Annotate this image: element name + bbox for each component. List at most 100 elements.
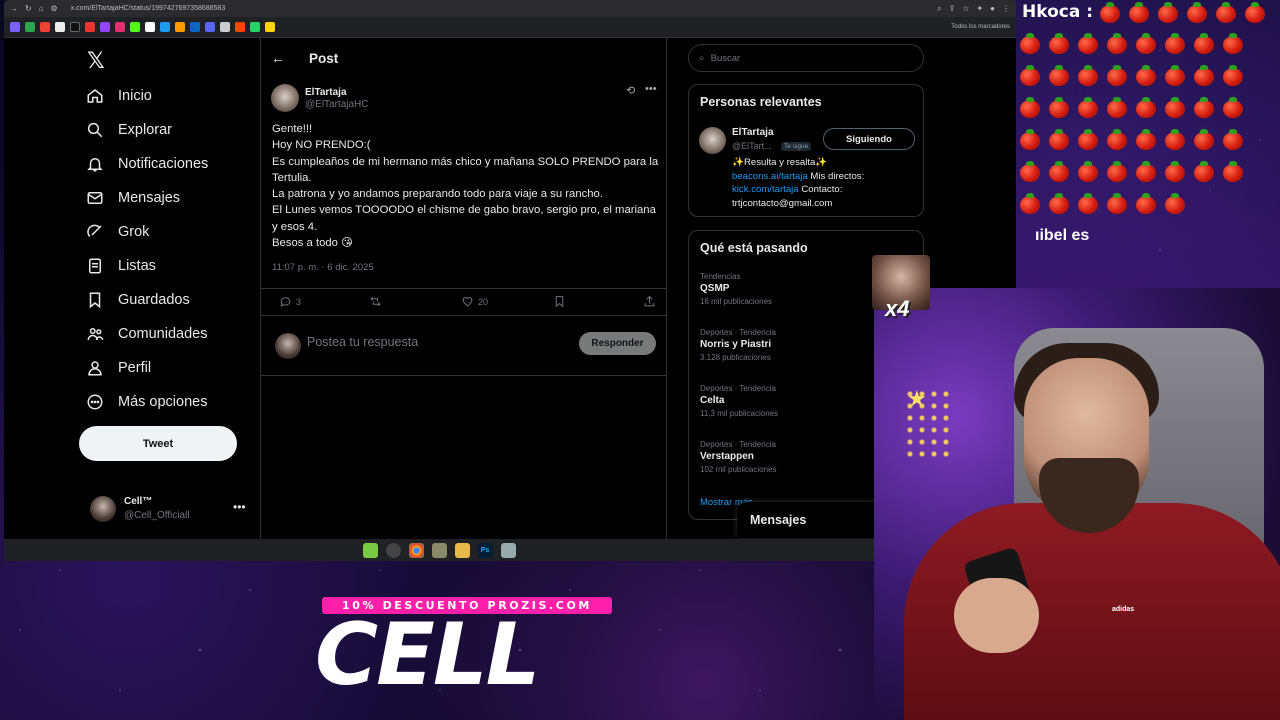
post-timestamp[interactable]: 11:07 p. m. · 6 dic. 2025 — [272, 262, 374, 273]
zoom-icon[interactable]: ⌕ — [937, 4, 941, 14]
trend-item[interactable]: Deportes · Tendencia Verstappen 102 mil … — [700, 439, 777, 476]
more-horizontal-icon[interactable]: ••• — [645, 83, 657, 95]
reply-action[interactable]: 3 — [279, 295, 301, 308]
tomato-emote — [1107, 97, 1127, 118]
bookmark-action[interactable] — [553, 295, 566, 308]
bio-link[interactable]: beacons.ai/tartaja — [732, 171, 808, 182]
nav-item-label: Explorar — [118, 122, 172, 138]
tomato-emote — [1165, 129, 1185, 150]
nav-item-perfil[interactable]: Perfil — [86, 353, 151, 383]
more-horizontal-icon[interactable]: ••• — [233, 500, 246, 514]
tomato-emote — [1165, 65, 1185, 86]
post-author[interactable]: ElTartaja @ElTartajaHC — [271, 84, 369, 112]
relevant-user-name[interactable]: ElTartaja — [732, 127, 774, 138]
trend-item[interactable]: Deportes · Tendencia Norris y Piastri 3.… — [700, 327, 776, 364]
bookmark-icon[interactable] — [70, 22, 80, 32]
search-input[interactable] — [710, 52, 901, 64]
share-action[interactable] — [643, 295, 656, 308]
nav-item-listas[interactable]: Listas — [86, 251, 156, 281]
grok-icon[interactable]: ⟲ — [626, 84, 635, 97]
app-icon[interactable] — [362, 542, 378, 558]
bookmark-icon[interactable] — [25, 22, 35, 32]
bookmark-icon[interactable] — [115, 22, 125, 32]
search-icon: ⌕ — [699, 52, 705, 64]
bookmark-icon[interactable] — [265, 22, 275, 32]
tomato-emote — [1194, 161, 1214, 182]
all-bookmarks[interactable]: Todos los marcadores — [951, 24, 1010, 30]
share-icon[interactable]: ⇪ — [949, 4, 956, 13]
trend-item[interactable]: Deportes · Tendencia Celta 11,3 mil publ… — [700, 383, 778, 420]
taskbar: Ps — [4, 539, 874, 561]
trend-category: Deportes · Tendencia — [700, 440, 776, 449]
bookmark-icon[interactable] — [145, 22, 155, 32]
trend-item[interactable]: Tendencias QSMP 16 mil publicaciones — [700, 271, 772, 308]
author-name[interactable]: ElTartaja — [305, 86, 369, 99]
bookmark-icon[interactable] — [100, 22, 110, 32]
like-action[interactable]: 20 — [461, 295, 488, 308]
bookmark-icon[interactable] — [160, 22, 170, 32]
back-arrow-icon[interactable]: ← — [271, 50, 285, 66]
menu-icon[interactable]: ⋮ — [1002, 4, 1010, 13]
nav-item-grok[interactable]: Grok — [86, 217, 149, 247]
following-button[interactable]: Siguiendo — [823, 128, 915, 150]
search-box[interactable]: ⌕ — [688, 44, 924, 72]
nav-item-inicio[interactable]: Inicio — [86, 81, 152, 111]
nav-item-label: Grok — [118, 224, 150, 240]
tomato-emote — [1165, 161, 1185, 182]
bookmark-icon[interactable] — [175, 22, 185, 32]
forward-icon[interactable]: → — [10, 4, 18, 13]
browser-topbar: → ↻ ⌂ ⚙ x.com/ElTartajaHC/status/1997427… — [4, 0, 1016, 17]
messages-drawer[interactable]: Mensajes — [737, 502, 877, 538]
nav-item-guardados[interactable]: Guardados — [86, 285, 190, 315]
home-browser-icon[interactable]: ⌂ — [39, 4, 44, 13]
nav-item-notificaciones[interactable]: Notificaciones — [86, 149, 208, 179]
reply-input[interactable]: Postea tu respuesta — [307, 335, 418, 349]
address-bar[interactable]: x.com/ElTartajaHC/status/199742769735868… — [71, 5, 226, 12]
bookmark-icon[interactable] — [190, 22, 200, 32]
reload-icon[interactable]: ↻ — [25, 4, 32, 13]
star-icon[interactable]: ☆ — [962, 4, 969, 13]
x-logo-icon[interactable]: 𝕏 — [87, 48, 105, 74]
tomato-emote — [1223, 33, 1243, 54]
bio-link[interactable]: kick.com/tartaja — [732, 184, 799, 195]
bookmark-icon[interactable] — [10, 22, 20, 32]
app-icon[interactable] — [431, 542, 447, 558]
trend-name: QSMP — [700, 283, 730, 294]
avatar[interactable] — [699, 127, 726, 154]
folder-icon[interactable] — [454, 542, 470, 558]
app-icon[interactable] — [500, 542, 516, 558]
extensions-icon[interactable]: ✦ — [976, 4, 983, 13]
tomato-emote — [1165, 33, 1185, 54]
relevant-user-handle[interactable]: @ElTart... — [732, 141, 772, 151]
tomato-emote — [1020, 65, 1040, 86]
author-handle[interactable]: @ElTartajaHC — [305, 99, 369, 110]
nav-item-mas-opciones[interactable]: Más opciones — [86, 387, 207, 417]
nav-item-explorar[interactable]: Explorar — [86, 115, 172, 145]
bookmark-icon[interactable] — [250, 22, 260, 32]
bookmark-icon[interactable] — [205, 22, 215, 32]
chrome-icon[interactable] — [408, 542, 424, 558]
profile-browser-icon[interactable]: ● — [990, 4, 995, 13]
bookmark-icon[interactable] — [235, 22, 245, 32]
clock-icon[interactable] — [385, 542, 401, 558]
relevant-user-bio: ✨Resulta y resalta✨ beacons.ai/tartaja M… — [732, 156, 917, 210]
reply-button[interactable]: Responder — [579, 332, 656, 355]
tomato-emote — [1194, 97, 1214, 118]
bookmark-icon[interactable] — [220, 22, 230, 32]
nav-item-mensajes[interactable]: Mensajes — [86, 183, 180, 213]
bookmark-icon[interactable] — [55, 22, 65, 32]
repost-action[interactable] — [369, 295, 382, 308]
bookmark-icon[interactable] — [85, 22, 95, 32]
nav-item-comunidades[interactable]: Comunidades — [86, 319, 207, 349]
account-switcher[interactable]: Cell™ @Cell_Officiall — [90, 495, 190, 523]
heart-icon — [462, 297, 473, 307]
tomato-emote — [1049, 193, 1069, 214]
site-info-icon[interactable]: ⚙ — [51, 4, 58, 13]
tomato-emote — [1136, 33, 1156, 54]
avatar[interactable] — [271, 84, 299, 112]
bookmark-icon[interactable] — [130, 22, 140, 32]
bookmark-icon[interactable] — [40, 22, 50, 32]
tomato-emote — [1136, 161, 1156, 182]
tweet-button[interactable]: Tweet — [79, 426, 237, 461]
photoshop-icon[interactable]: Ps — [477, 542, 493, 558]
